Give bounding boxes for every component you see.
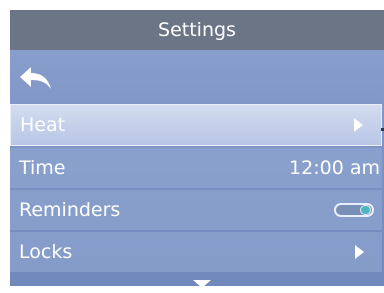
settings-screen: Settings Heat Time 12:00 am Reminders Lo… [10, 10, 384, 286]
page-title: Settings [10, 10, 384, 50]
back-button[interactable] [18, 65, 54, 93]
time-value: 12:00 am [289, 157, 380, 179]
menu-item-label: Time [19, 157, 66, 179]
back-arrow-icon [20, 67, 51, 89]
reminders-toggle[interactable] [334, 203, 374, 217]
chevron-down-icon[interactable] [193, 280, 211, 286]
menu-item-time[interactable]: Time 12:00 am [10, 148, 382, 188]
toggle-knob [360, 205, 371, 215]
menu-item-label: Heat [20, 114, 66, 136]
menu-item-locks[interactable]: Locks [10, 232, 382, 272]
menu-item-reminders[interactable]: Reminders [10, 190, 382, 230]
settings-menu: Heat Time 12:00 am Reminders Locks [10, 104, 384, 274]
menu-item-label: Locks [19, 241, 73, 263]
menu-item-label: Reminders [19, 199, 121, 221]
chevron-right-icon [354, 118, 363, 132]
chevron-right-icon [355, 245, 364, 259]
menu-item-heat[interactable]: Heat [10, 104, 382, 146]
